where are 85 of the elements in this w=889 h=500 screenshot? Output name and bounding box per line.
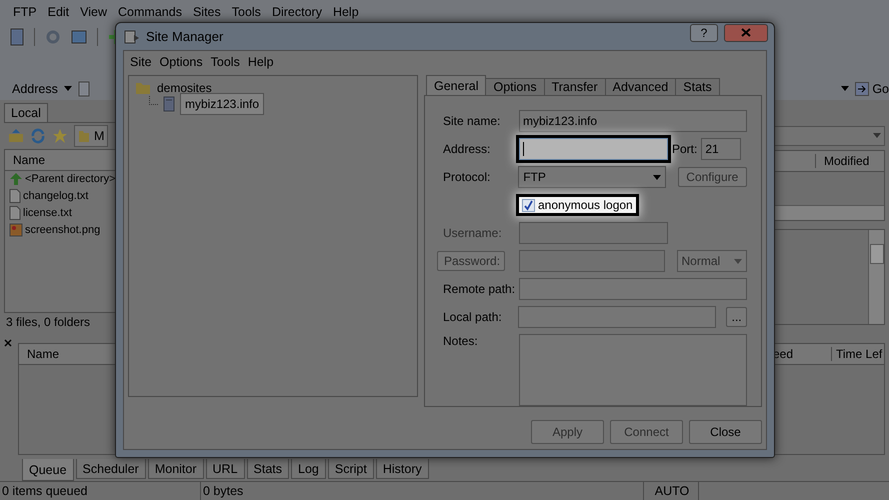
caret-icon [734, 258, 742, 264]
status-text: AUTO [654, 484, 690, 498]
status-text: 0 items queued [2, 484, 88, 498]
menu-item[interactable]: Help [248, 55, 274, 69]
window-icon[interactable] [71, 30, 87, 44]
anonymous-logon-checkbox[interactable]: anonymous logon [519, 197, 636, 213]
close-icon [741, 28, 751, 37]
field-label: Protocol: [443, 170, 492, 184]
menu-item[interactable]: Edit [48, 4, 70, 19]
local-path-field[interactable] [518, 306, 716, 328]
caret-icon [652, 174, 661, 180]
column-header[interactable]: Time Lef [831, 347, 884, 362]
queue-tab[interactable]: History [376, 459, 429, 480]
queue-tab[interactable]: Scheduler [76, 459, 146, 480]
address-label[interactable]: Address [12, 82, 58, 96]
menu-item[interactable]: FTP [13, 4, 37, 19]
up-arrow-icon [9, 172, 23, 186]
folder-icon [135, 80, 151, 96]
file-name[interactable]: screenshot.png [25, 224, 100, 236]
field-label: Site name: [443, 114, 502, 128]
menu-item[interactable]: Commands [118, 4, 182, 19]
queue-tab[interactable]: Queue [22, 459, 74, 482]
field-label: Local path: [443, 310, 503, 324]
column-header[interactable]: Name [13, 152, 46, 167]
field-label: Port: [672, 142, 698, 156]
address-field[interactable] [519, 138, 668, 160]
field-label: Address: [443, 142, 492, 156]
menu-item[interactable]: Tools [210, 55, 240, 69]
menu-item[interactable]: Directory [272, 4, 322, 19]
site-name-field[interactable]: mybiz123.info [519, 110, 747, 132]
password-field[interactable] [519, 250, 665, 272]
checkmark-icon [523, 200, 534, 210]
close-icon[interactable] [4, 339, 12, 348]
folder-icon [78, 128, 90, 143]
scrollbar[interactable] [868, 230, 884, 324]
file-count: 3 files, 0 folders [6, 315, 90, 330]
queue-tab[interactable]: Script [328, 459, 374, 480]
menu-item[interactable]: View [80, 4, 108, 19]
username-field[interactable] [519, 222, 668, 244]
protocol-dropdown[interactable]: FTP [518, 166, 666, 188]
tree-item[interactable]: mybiz123.info [180, 93, 264, 115]
help-button[interactable]: ? [690, 24, 718, 42]
field-label: Remote path: [443, 282, 515, 296]
tab[interactable]: General [426, 75, 486, 95]
local-tab[interactable]: Local [4, 102, 48, 122]
folder-up-icon[interactable] [8, 128, 24, 144]
file-name[interactable]: changelog.txt [23, 190, 88, 202]
menu-item[interactable]: Site [130, 55, 152, 69]
menu-item[interactable]: Tools [232, 4, 261, 19]
caret-icon[interactable] [841, 86, 850, 92]
menu-item[interactable]: Sites [192, 4, 221, 19]
star-icon[interactable] [52, 128, 68, 144]
queue-tab[interactable]: Stats [246, 459, 290, 480]
queue-tab[interactable]: Monitor [148, 459, 204, 480]
caret-icon [873, 133, 881, 138]
go-button[interactable]: Go [855, 82, 889, 96]
tab[interactable]: Advanced [604, 78, 676, 95]
tab[interactable]: Options [485, 78, 545, 95]
field-label: Notes: [443, 334, 479, 348]
close-button[interactable] [724, 24, 768, 42]
caret-icon [64, 86, 72, 92]
dialog-button[interactable]: Close [689, 420, 762, 444]
tab[interactable]: Transfer [544, 78, 606, 95]
image-file-icon [9, 223, 23, 238]
status-text: 0 bytes [203, 484, 244, 498]
refresh-icon[interactable] [30, 128, 46, 144]
menu-item[interactable]: Help [332, 4, 359, 19]
file-name[interactable]: <Parent directory> [25, 173, 116, 186]
column-header[interactable]: Modified [815, 154, 884, 168]
queue-tab[interactable]: URL [206, 459, 245, 480]
menu-item[interactable]: Options [160, 55, 203, 69]
document-icon [9, 189, 21, 204]
site-manager-icon [124, 28, 140, 44]
document-icon [9, 206, 21, 220]
file-name[interactable]: license.txt [23, 207, 72, 220]
field-label: Username: [443, 226, 503, 240]
remote-path-field[interactable] [519, 278, 747, 300]
notes-field[interactable] [519, 334, 747, 406]
tab[interactable]: Stats [675, 78, 720, 95]
window-title: Site Manager [146, 29, 224, 44]
folder-button[interactable]: M [74, 124, 108, 147]
port-field[interactable]: 21 [701, 138, 742, 160]
tree-item[interactable]: demosites [155, 81, 214, 95]
browse-button[interactable]: ... [726, 307, 747, 327]
queue-tab[interactable]: Log [291, 459, 326, 480]
